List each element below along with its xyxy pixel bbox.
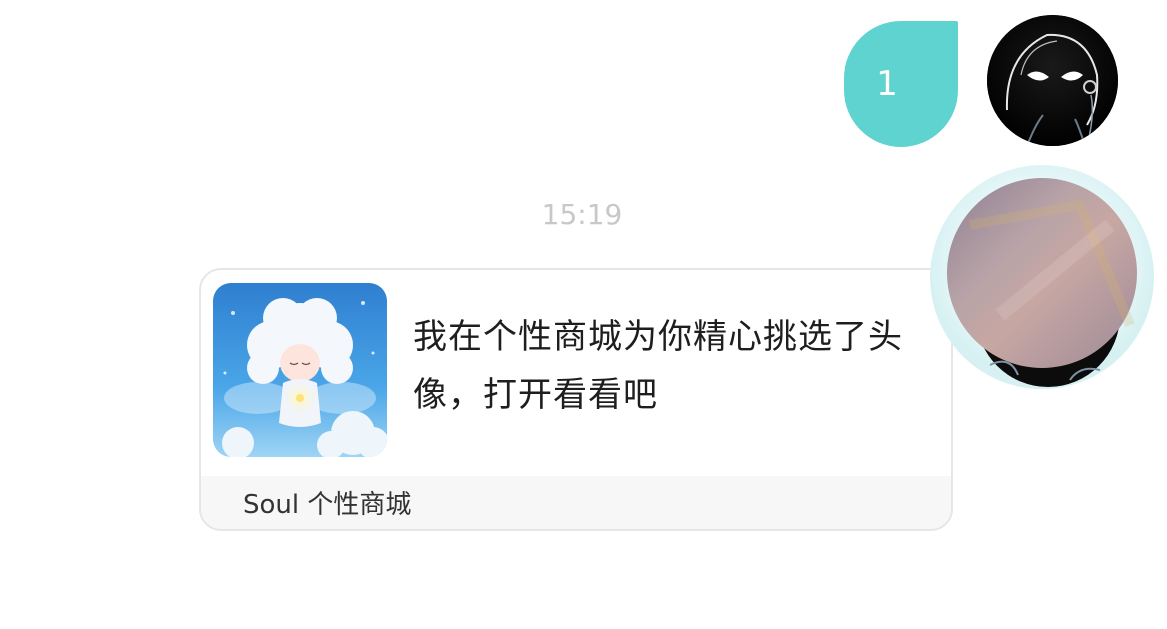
outgoing-message-text: 1 bbox=[876, 64, 898, 104]
message-timestamp: 15:19 bbox=[541, 198, 623, 231]
anime-avatar-icon bbox=[987, 15, 1118, 146]
cloud-fairy-avatar-image bbox=[213, 283, 387, 457]
outgoing-message-bubble[interactable]: 1 bbox=[844, 21, 958, 147]
chat-screen: 1 15:19 我在个性商城为你精心挑选了头像，打开看看吧 Soul 个性商城 bbox=[0, 0, 1167, 629]
card-source-footer[interactable]: Soul 个性商城 bbox=[201, 476, 951, 529]
card-message-text: 我在个性商城为你精心挑选了头像，打开看看吧 bbox=[413, 317, 903, 415]
card-source-label: Soul 个性商城 bbox=[243, 490, 412, 520]
own-avatar[interactable] bbox=[987, 15, 1118, 146]
profile-avatar-icon bbox=[930, 165, 1154, 389]
floating-avatar[interactable] bbox=[930, 165, 1155, 390]
shared-link-card[interactable]: 我在个性商城为你精心挑选了头像，打开看看吧 Soul 个性商城 bbox=[199, 268, 953, 531]
